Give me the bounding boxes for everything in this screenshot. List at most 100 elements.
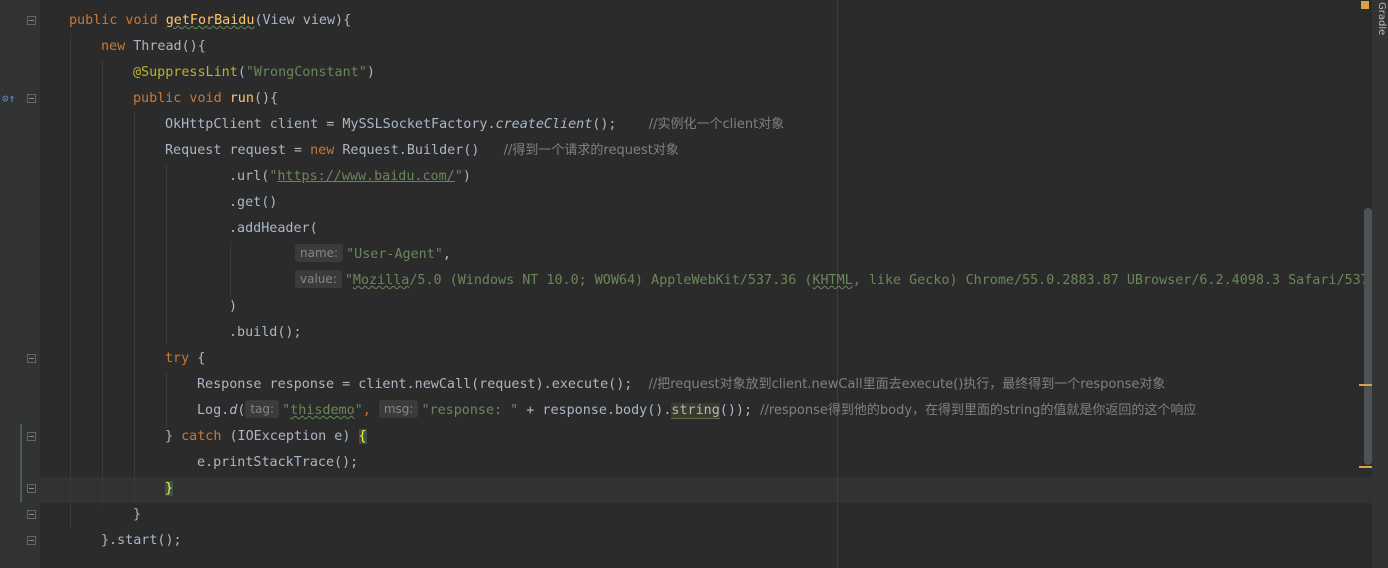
comment: //实例化一个client对象 — [648, 117, 785, 132]
string-literal: thisdemo — [290, 403, 355, 418]
string-quote: " — [454, 169, 463, 184]
method-name: getForBaidu — [165, 13, 255, 28]
fold-toggle-icon[interactable] — [27, 94, 36, 103]
code-line[interactable]: e.printStackTrace(); — [197, 450, 358, 476]
code-line[interactable]: name: "User-Agent", — [295, 242, 451, 268]
code-line[interactable]: }.start(); — [101, 528, 182, 554]
code-text: + response.body(). — [518, 403, 672, 418]
highlighted-usage: string — [671, 403, 720, 419]
code-text: ( — [237, 65, 246, 80]
code-text: Response response = client.newCall(reque… — [197, 377, 649, 392]
code-text: .get() — [229, 195, 278, 210]
gradle-tool-tab[interactable]: Gradle — [1375, 2, 1387, 42]
comment: //response得到他的body，在得到里面的string的值就是你返回的这… — [760, 403, 1197, 418]
scrollbar-thumb[interactable] — [1364, 208, 1372, 465]
string-quote: " — [282, 403, 291, 418]
comment: //得到一个请求的request对象 — [503, 143, 679, 158]
code-line[interactable]: .build(); — [229, 320, 302, 346]
fold-toggle-icon[interactable] — [27, 510, 36, 519]
matched-brace: { — [358, 429, 367, 444]
keyword: public void — [133, 91, 230, 106]
code-line[interactable]: .get() — [229, 190, 277, 216]
fold-toggle-icon[interactable] — [27, 354, 36, 363]
string-quote: " — [344, 273, 353, 288]
code-line[interactable]: OkHttpClient client = MySSLSocketFactory… — [165, 112, 784, 138]
string-literal: KHTML — [812, 273, 853, 288]
scrollbar-track[interactable] — [1372, 0, 1388, 568]
code-text: }.start(); — [101, 533, 182, 548]
comment: //把request对象放到client.newCall里面去execute()… — [648, 377, 1166, 392]
code-text: ) — [462, 169, 471, 184]
fold-toggle-icon[interactable] — [27, 16, 36, 25]
code-text: } — [165, 429, 182, 444]
method-name: run — [229, 91, 254, 106]
code-line[interactable]: } — [133, 502, 141, 528]
string-literal: Mozilla — [352, 273, 410, 288]
code-line[interactable]: ) — [229, 294, 237, 320]
override-method-icon[interactable]: ⊙↑ — [2, 93, 15, 105]
keyword: new — [310, 143, 343, 158]
indent-guide — [134, 112, 135, 502]
indent-guide — [230, 242, 231, 298]
indent-guide — [70, 34, 71, 528]
code-line[interactable]: } — [165, 476, 174, 502]
code-line[interactable]: } catch (IOException e) { — [165, 424, 367, 450]
code-text: , — [442, 247, 451, 262]
code-text: (IOException e) — [229, 429, 359, 444]
indent-guide — [166, 372, 167, 428]
code-line[interactable]: value: "Mozilla/5.0 (Windows NT 10.0; WOW… — [295, 268, 1385, 294]
code-line[interactable]: .addHeader( — [229, 216, 318, 242]
warning-stripe[interactable] — [1359, 466, 1372, 468]
code-line[interactable]: .url("https://www.baidu.com/") — [229, 164, 471, 190]
string-literal: /5.0 (Windows NT 10.0; WOW64) AppleWebKi… — [409, 273, 813, 288]
code-text: ) — [366, 65, 375, 80]
warning-stripe[interactable] — [1359, 384, 1372, 386]
fold-toggle-icon[interactable] — [27, 484, 36, 493]
code-text: ) — [229, 299, 238, 314]
code-text: Request.Builder() — [342, 143, 504, 158]
code-text: .addHeader( — [229, 221, 318, 236]
keyword: try — [165, 351, 198, 366]
string-quote: " — [354, 403, 363, 418]
code-text: { — [197, 351, 206, 366]
string-literal: "response: " — [421, 403, 519, 418]
code-line[interactable]: Request request = new Request.Builder() … — [165, 138, 679, 164]
code-line[interactable]: public void run(){ — [133, 86, 278, 112]
url-link[interactable]: https://www.baidu.com/ — [277, 169, 454, 184]
code-text: OkHttpClient client = MySSLSocketFactory… — [165, 117, 496, 132]
keyword: public void — [69, 13, 166, 28]
code-text: (); — [592, 117, 649, 132]
code-text: .build(); — [229, 325, 302, 340]
code-line[interactable]: @SuppressLint("WrongConstant") — [133, 60, 375, 86]
indent-guide — [166, 164, 167, 344]
code-line[interactable]: new Thread(){ — [101, 34, 206, 60]
code-text: } — [133, 507, 142, 522]
string-literal: "WrongConstant" — [245, 65, 367, 80]
fold-toggle-icon[interactable] — [27, 536, 36, 545]
string-literal: , like Gecko) Chrome/55.0.2883.87 UBrows… — [852, 273, 1385, 288]
code-line[interactable]: Response response = client.newCall(reque… — [197, 372, 1165, 398]
code-text: ()); — [719, 403, 761, 418]
parameter-hint: msg: — [378, 400, 419, 418]
code-text: (View view){ — [254, 13, 352, 28]
matched-brace: } — [165, 481, 174, 496]
annotation: @SuppressLint — [133, 65, 238, 80]
indent-guide — [102, 60, 103, 506]
fold-toggle-icon[interactable] — [27, 432, 36, 441]
code-line[interactable]: public void getForBaidu(View view){ — [69, 8, 351, 34]
keyword: catch — [181, 429, 230, 444]
parameter-hint: value: — [295, 270, 342, 288]
code-text: (){ — [253, 91, 279, 106]
vcs-change-marker[interactable] — [20, 424, 22, 502]
parameter-hint: tag: — [245, 400, 280, 418]
code-text: ( — [237, 403, 246, 418]
current-line-highlight — [40, 477, 1372, 503]
warning-status-icon[interactable] — [1361, 1, 1369, 9]
parameter-hint: name: — [295, 244, 344, 262]
static-method: createClient — [495, 117, 593, 132]
code-text: Thread(){ — [133, 39, 206, 54]
code-line[interactable]: try { — [165, 346, 205, 372]
code-line[interactable]: Log.d(tag: "thisdemo", msg: "response: " +… — [197, 398, 1196, 424]
code-text: , — [362, 403, 379, 418]
code-text: Request request = — [165, 143, 311, 158]
